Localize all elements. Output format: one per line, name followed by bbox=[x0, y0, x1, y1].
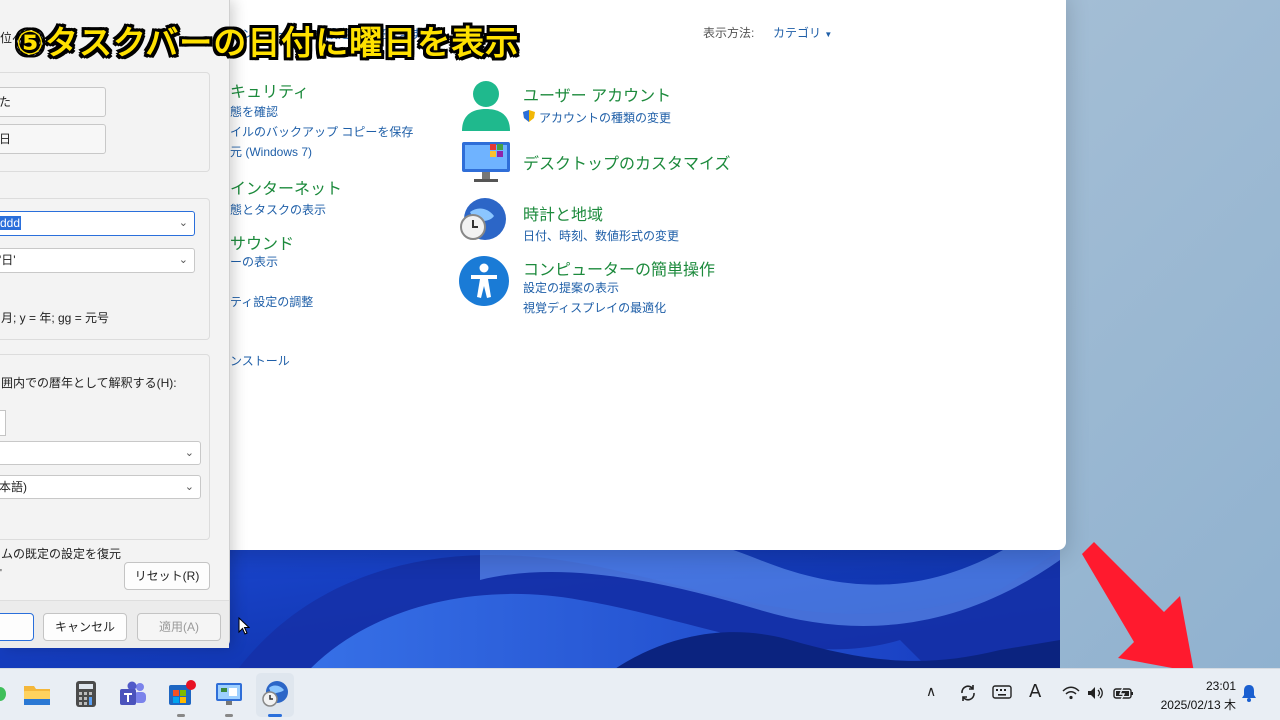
control-panel-taskbar-icon[interactable] bbox=[214, 679, 244, 709]
taskbar-clock[interactable]: 23:01 2025/02/13 木 bbox=[1161, 679, 1236, 713]
store-icon[interactable] bbox=[166, 679, 196, 709]
chevron-down-icon: ⌄ bbox=[184, 447, 194, 459]
calendar-type-combo[interactable]: ⌄ bbox=[0, 441, 201, 465]
taskbar: ∧ A 23:01 2025/02/13 木 bbox=[0, 668, 1280, 720]
ime-mode-indicator[interactable]: A bbox=[1029, 681, 1041, 702]
calculator-icon[interactable] bbox=[71, 679, 101, 709]
ease-of-access-icon bbox=[458, 255, 510, 311]
tutorial-step-banner: ⑤タスクバーの日付に曜日を表示 bbox=[16, 23, 520, 62]
sound-heading[interactable]: サウンド bbox=[230, 230, 294, 254]
running-indicator bbox=[177, 714, 185, 717]
volume-icon[interactable] bbox=[1087, 685, 1105, 704]
file-explorer-icon[interactable] bbox=[22, 679, 52, 709]
example-short-date: た bbox=[0, 87, 106, 117]
security-heading[interactable]: キュリティ bbox=[230, 78, 309, 102]
security-link-restore[interactable]: 元 (Windows 7) bbox=[230, 143, 312, 160]
sync-icon[interactable] bbox=[958, 683, 978, 707]
programs-link-uninstall[interactable]: ンストール bbox=[230, 352, 290, 369]
suggestions-link[interactable]: 設定の提案の表示 bbox=[523, 279, 619, 296]
two-digit-year-label: 囲内での暦年として解釈する(H): bbox=[1, 376, 177, 390]
running-indicator bbox=[225, 714, 233, 717]
chevron-down-icon: ⌄ bbox=[178, 217, 188, 229]
teams-icon[interactable] bbox=[118, 679, 148, 709]
notification-bell-icon[interactable] bbox=[1241, 684, 1257, 706]
active-indicator bbox=[268, 714, 282, 717]
example-long-date: 日 bbox=[0, 124, 106, 154]
taskbar-date: 2025/02/13 木 bbox=[1160, 698, 1236, 712]
desktop-monitor-icon bbox=[460, 140, 512, 188]
mouse-cursor-icon bbox=[238, 616, 251, 639]
wifi-icon[interactable] bbox=[1062, 685, 1080, 704]
show-hidden-icons-chevron[interactable]: ∧ bbox=[926, 684, 936, 700]
clock-globe-icon bbox=[458, 196, 512, 246]
change-date-time-format-link[interactable]: 日付、時刻、数値形式の変更 bbox=[523, 227, 679, 244]
restore-defaults-label: ムの既定の設定を復元 bbox=[1, 547, 122, 561]
short-date-format-combo[interactable]: ddd ⌄ bbox=[0, 211, 195, 236]
format-legend: 月; y = 年; gg = 元号 bbox=[1, 311, 110, 325]
keyboard-icon[interactable] bbox=[992, 684, 1012, 704]
dialog-footer: キャンセル 適用(A) bbox=[0, 600, 229, 648]
clock-region-heading[interactable]: 時計と地域 bbox=[523, 201, 603, 225]
control-panel-window: コンピューターの設定を調整します 表示方法: カテゴリ ▼ キュリティ 態を確認… bbox=[150, 0, 1066, 550]
calendar-group: 囲内での暦年として解釈する(H): ⌄ 本語) ⌄ bbox=[0, 354, 210, 540]
caret-down-icon: ▼ bbox=[824, 30, 833, 39]
date-format-group: ddd ⌄ '日' ⌄ 月; y = 年; gg = 元号 bbox=[0, 198, 210, 340]
change-account-type-link[interactable]: アカウントの種類の変更 bbox=[539, 109, 671, 126]
first-day-of-week-combo[interactable]: 本語) ⌄ bbox=[0, 475, 201, 499]
view-by-label: 表示方法: bbox=[703, 26, 755, 40]
clock-region-taskbar-icon[interactable] bbox=[260, 679, 290, 709]
chevron-down-icon: ⌄ bbox=[178, 254, 188, 266]
user-accounts-icon bbox=[458, 77, 514, 137]
taskbar-time: 23:01 bbox=[1205, 679, 1236, 693]
restore-arrow-fragment: ' bbox=[0, 568, 2, 579]
apply-button[interactable]: 適用(A) bbox=[137, 613, 221, 641]
optimize-display-link[interactable]: 視覚ディスプレイの最適化 bbox=[523, 299, 666, 316]
cancel-button[interactable]: キャンセル bbox=[43, 613, 127, 641]
shield-icon bbox=[522, 108, 536, 127]
reset-button[interactable]: リセット(R) bbox=[124, 562, 210, 590]
app-icon-partial[interactable] bbox=[0, 687, 6, 701]
desktop-customize-heading[interactable]: デスクトップのカスタマイズ bbox=[523, 150, 731, 174]
year-spinner[interactable] bbox=[0, 410, 6, 436]
network-link-status[interactable]: 態とタスクの表示 bbox=[230, 201, 326, 218]
customize-format-dialog: 位べ た 日 ddd ⌄ '日' ⌄ 月; y = 年; gg = 元号 囲内で… bbox=[0, 0, 230, 648]
ok-button[interactable] bbox=[0, 613, 34, 641]
security-link-backup[interactable]: イルのバックアップ コピーを保存 bbox=[230, 123, 413, 140]
security-link-status[interactable]: 態を確認 bbox=[230, 103, 278, 120]
network-heading[interactable]: インターネット bbox=[230, 175, 342, 199]
long-date-format-combo[interactable]: '日' ⌄ bbox=[0, 248, 195, 273]
chevron-down-icon: ⌄ bbox=[184, 481, 194, 493]
ease-of-access-heading[interactable]: コンピューターの簡単操作 bbox=[523, 256, 715, 280]
battery-icon[interactable] bbox=[1113, 685, 1135, 704]
accessibility-link[interactable]: ティ設定の調整 bbox=[230, 293, 313, 310]
example-group: た 日 bbox=[0, 72, 210, 172]
user-accounts-heading[interactable]: ユーザー アカウント bbox=[523, 82, 671, 106]
sound-link-devices[interactable]: ーの表示 bbox=[230, 253, 278, 270]
view-by-dropdown[interactable]: カテゴリ ▼ bbox=[773, 24, 832, 41]
red-arrow-icon bbox=[1076, 540, 1200, 680]
